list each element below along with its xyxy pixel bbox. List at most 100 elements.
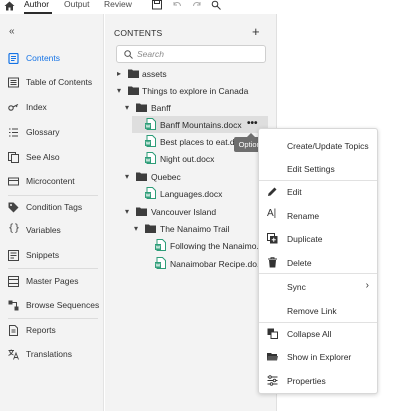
sidebar-item-microcontent[interactable]: Microcontent [0, 172, 104, 190]
tree-row-quebec[interactable]: ▾ Quebec [105, 168, 277, 185]
sidebar-item-translations[interactable]: Translations [0, 345, 104, 363]
chevron-down-icon[interactable]: ▾ [134, 224, 142, 233]
menu-item-label: Edit [287, 187, 302, 197]
braces-icon: {} [8, 223, 21, 234]
word-doc-icon [155, 257, 166, 269]
sidebar-item-label: Translations [26, 349, 72, 359]
context-menu: Create/Update Topics Edit Settings Edit … [258, 128, 378, 394]
key-icon [8, 104, 19, 111]
sidebar-item-table-of-contents[interactable]: Table of Contents [0, 73, 104, 91]
tree-label: Things to explore in Canada [142, 86, 249, 96]
sidebar-item-glossary[interactable]: Glossary [0, 123, 104, 141]
word-doc-icon [155, 239, 166, 251]
sidebar-item-label: Browse Sequences [26, 300, 100, 310]
chevron-down-icon[interactable]: ▾ [125, 207, 133, 216]
home-icon[interactable] [4, 1, 15, 11]
tab-output-label: Output [64, 0, 90, 9]
menu-item-remove-link[interactable]: Remove Link [259, 300, 377, 320]
chevron-down-icon[interactable]: ▾ [125, 172, 133, 181]
menu-item-label: Duplicate [287, 234, 323, 244]
menu-item-duplicate[interactable]: Duplicate [259, 228, 377, 248]
menu-item-label: Sync [287, 282, 306, 292]
panel-title: CONTENTS [114, 28, 163, 38]
tree-row-nanaimobar-recipe[interactable]: Nanaimobar Recipe.do... [105, 255, 277, 272]
tree-label: Vancouver Island [151, 207, 217, 217]
sidebar-item-condition-tags[interactable]: Condition Tags [0, 198, 104, 216]
word-doc-icon [145, 152, 156, 164]
tree-row-banff-mountains[interactable]: Banff Mountains.docx ••• [132, 116, 268, 133]
menu-divider [259, 273, 377, 274]
menu-item-edit[interactable]: Edit [259, 181, 377, 201]
tree-row-languages[interactable]: Languages.docx [105, 185, 277, 202]
tree-label: Languages.docx [160, 189, 223, 199]
folder-open-icon [267, 353, 278, 361]
sidebar-item-index[interactable]: Index [0, 98, 104, 116]
tree-row-nanaimo-trail[interactable]: ▾ The Nanaimo Trail [105, 220, 277, 237]
menu-item-sync[interactable]: Sync › [259, 276, 377, 296]
undo-icon[interactable] [172, 0, 182, 10]
more-options-button[interactable]: ••• [247, 118, 258, 129]
menu-item-show-in-explorer[interactable]: Show in Explorer [259, 346, 377, 366]
browse-sequence-icon [8, 300, 19, 311]
sidebar-item-snippets[interactable]: Snippets [0, 246, 104, 264]
collapse-sidebar-icon[interactable]: « [9, 26, 15, 37]
menu-item-rename[interactable]: A| Rename [259, 205, 377, 225]
find-replace-icon[interactable] [211, 0, 221, 10]
sidebar-item-label: Glossary [26, 127, 60, 137]
translation-icon [8, 349, 19, 360]
tab-review-label: Review [104, 0, 132, 9]
menu-item-delete[interactable]: Delete [259, 252, 377, 272]
see-also-icon [8, 152, 19, 163]
top-toolbar: Author Output Review [0, 0, 402, 14]
add-content-button[interactable]: + [252, 24, 260, 39]
menu-item-label: Show in Explorer [287, 352, 352, 362]
snippet-icon [8, 250, 19, 261]
chevron-down-icon[interactable]: ▾ [125, 103, 133, 112]
menu-item-edit-settings[interactable]: Edit Settings [259, 158, 377, 178]
tree-row-banff[interactable]: ▾ Banff [105, 99, 277, 116]
menu-item-label: Delete [287, 258, 312, 268]
tree-row-following-nanaimo[interactable]: Following the Nanaimo... [105, 237, 277, 254]
toc-icon [8, 77, 19, 88]
save-icon[interactable] [152, 0, 162, 10]
sidebar-item-label: Index [26, 102, 47, 112]
tree-row-assets[interactable]: ▸ assets [105, 65, 277, 82]
duplicate-icon [267, 233, 278, 244]
sidebar-divider [8, 195, 98, 196]
menu-item-create-update-topics[interactable]: Create/Update Topics [259, 135, 377, 155]
tree-label: Quebec [151, 172, 181, 182]
sidebar-item-variables[interactable]: {} Variables [0, 221, 104, 239]
sidebar-item-label: Variables [26, 225, 61, 235]
microcontent-icon [8, 177, 19, 186]
tab-output[interactable]: Output [64, 0, 92, 14]
sidebar-item-browse-sequences[interactable]: Browse Sequences [0, 296, 104, 314]
folder-icon [136, 103, 147, 112]
sidebar-item-reports[interactable]: Reports [0, 321, 104, 339]
tree-label: The Nanaimo Trail [160, 224, 230, 234]
glossary-icon [9, 128, 18, 137]
master-pages-icon [8, 276, 19, 287]
rename-icon: A| [267, 208, 277, 219]
search-input[interactable] [137, 48, 261, 60]
tab-author[interactable]: Author [24, 0, 52, 14]
menu-item-collapse-all[interactable]: Collapse All [259, 323, 377, 343]
properties-icon [267, 375, 278, 386]
tree-row-night-out[interactable]: Night out.docx [105, 150, 277, 167]
sidebar-item-label: Master Pages [26, 276, 79, 286]
sidebar-item-see-also[interactable]: See Also [0, 148, 104, 166]
chevron-down-icon[interactable]: ▾ [117, 86, 125, 95]
sidebar-item-contents[interactable]: Contents [0, 49, 104, 67]
tree-row-vancouver-island[interactable]: ▾ Vancouver Island [105, 203, 277, 220]
tree-label: assets [142, 69, 167, 79]
tree-row-things-to-explore[interactable]: ▾ Things to explore in Canada [105, 82, 277, 99]
menu-item-label: Properties [287, 376, 326, 386]
menu-item-properties[interactable]: Properties [259, 370, 377, 390]
tab-review[interactable]: Review [104, 0, 132, 14]
chevron-right-icon[interactable]: ▸ [117, 69, 125, 78]
menu-item-label: Rename [287, 211, 320, 221]
sidebar-item-label: Snippets [26, 250, 60, 260]
tab-author-label: Author [24, 0, 50, 9]
search-box [116, 45, 266, 63]
redo-icon[interactable] [192, 0, 202, 10]
sidebar-item-master-pages[interactable]: Master Pages [0, 272, 104, 290]
